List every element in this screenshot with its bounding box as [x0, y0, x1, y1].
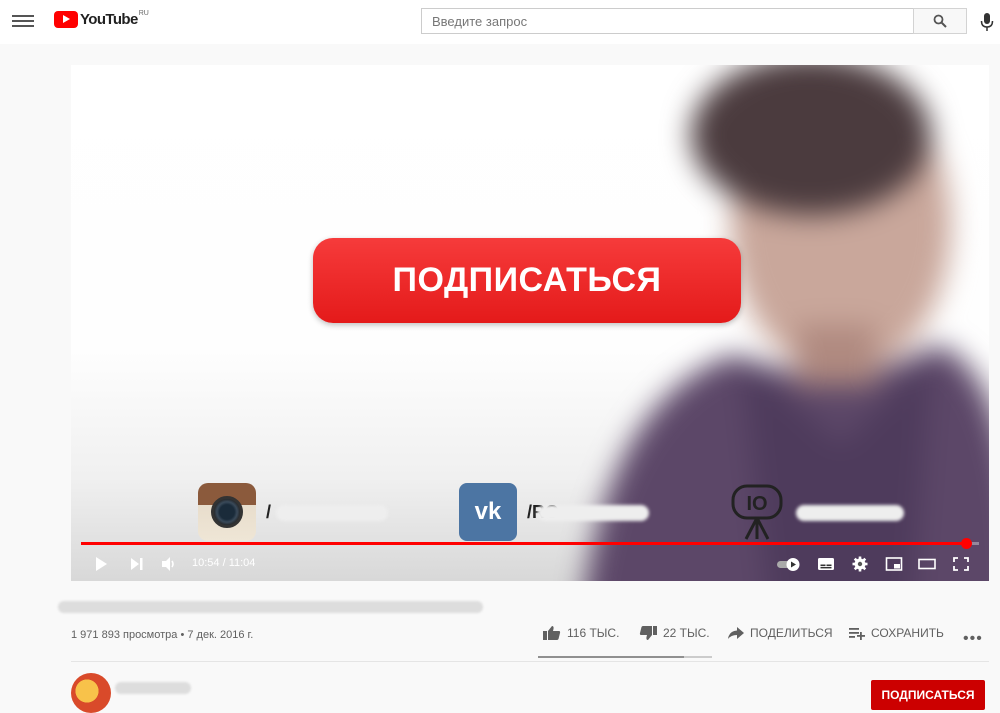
like-ratio-fill [538, 656, 685, 658]
instagram-handle: / [266, 501, 272, 522]
thumbs-up-icon [543, 626, 561, 640]
io-link[interactable]: IO [728, 483, 796, 541]
thumbs-down-icon [639, 626, 657, 640]
theater-mode-icon[interactable] [918, 556, 936, 572]
redaction [58, 601, 483, 613]
redaction [115, 682, 191, 694]
next-icon[interactable] [128, 556, 146, 572]
progress-fill [81, 542, 966, 545]
share-icon [728, 627, 744, 639]
dislike-button[interactable]: 22 ТЫС. [638, 625, 710, 641]
camera-tripod-icon: IO [731, 484, 783, 540]
masthead: YouTube RU [0, 0, 1000, 44]
youtube-logo[interactable]: YouTube RU [54, 10, 149, 28]
autoplay-toggle[interactable] [776, 556, 802, 572]
redaction [796, 505, 904, 521]
more-actions-icon[interactable]: ••• [963, 630, 983, 648]
view-count-date: 1 971 893 просмотра • 7 дек. 2016 г. [71, 629, 254, 641]
share-label: ПОДЕЛИТЬСЯ [750, 626, 833, 640]
sentiment-bar [538, 656, 712, 658]
search-button[interactable] [913, 8, 967, 34]
vk-icon: vk [459, 483, 517, 541]
settings-gear-icon[interactable] [851, 556, 869, 572]
share-button[interactable]: ПОДЕЛИТЬСЯ [727, 625, 833, 641]
logo-region: RU [138, 10, 149, 17]
time-display: 10:54 / 11:04 [192, 557, 256, 569]
search-bar [421, 8, 967, 34]
youtube-play-icon [54, 11, 78, 28]
search-icon [933, 14, 947, 28]
svg-text:IO: IO [746, 493, 767, 515]
save-button[interactable]: СОХРАНИТЬ [848, 625, 944, 641]
subscribe-overlay-button[interactable]: ПОДПИСАТЬСЯ [313, 238, 741, 323]
instagram-link[interactable]: / [198, 483, 271, 541]
dislike-count: 22 ТЫС. [663, 626, 710, 640]
video-player[interactable]: ПОДПИСАТЬСЯ / vk /RO IO 10:54 / 11:04 [71, 65, 989, 581]
like-count: 116 ТЫС. [567, 626, 620, 640]
volume-icon[interactable] [160, 556, 178, 572]
redaction [276, 505, 388, 521]
miniplayer-icon[interactable] [885, 556, 903, 572]
menu-icon[interactable] [12, 12, 34, 30]
channel-avatar[interactable] [71, 673, 111, 713]
logo-text: YouTube [80, 11, 138, 28]
save-label: СОХРАНИТЬ [871, 626, 944, 640]
play-icon[interactable] [92, 556, 110, 572]
like-button[interactable]: 116 ТЫС. [542, 625, 619, 641]
subscribe-overlay-label: ПОДПИСАТЬСЯ [392, 261, 662, 299]
progress-bar[interactable] [81, 538, 979, 549]
microphone-icon[interactable] [980, 12, 994, 32]
redaction [537, 505, 649, 521]
instagram-icon [198, 483, 256, 541]
divider [71, 661, 989, 662]
fullscreen-icon[interactable] [952, 556, 970, 572]
search-input[interactable] [421, 8, 913, 34]
player-controls: 10:54 / 11:04 [71, 547, 989, 581]
subscribe-button[interactable]: ПОДПИСАТЬСЯ [871, 680, 985, 710]
subtitles-icon[interactable] [817, 556, 835, 572]
playlist-add-icon [849, 628, 865, 640]
